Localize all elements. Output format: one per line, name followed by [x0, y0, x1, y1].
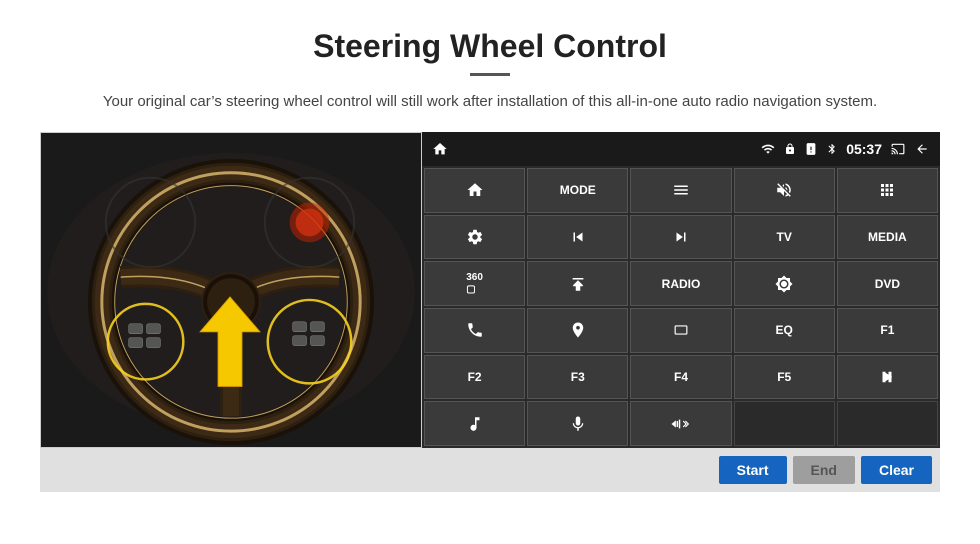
- page-wrapper: Steering Wheel Control Your original car…: [0, 0, 980, 492]
- title-section: Steering Wheel Control Your original car…: [40, 28, 940, 114]
- btn-dvd[interactable]: DVD: [837, 261, 938, 306]
- btn-eq[interactable]: EQ: [734, 308, 835, 353]
- btn-mode[interactable]: MODE: [527, 168, 628, 213]
- btn-empty1: [734, 401, 835, 446]
- btn-playpause[interactable]: [837, 355, 938, 400]
- status-right: 05:37: [760, 141, 930, 157]
- end-button[interactable]: End: [793, 456, 855, 484]
- title-divider: [470, 73, 510, 76]
- btn-eject[interactable]: [527, 261, 628, 306]
- status-time: 05:37: [846, 141, 882, 157]
- status-bar: 05:37: [422, 132, 940, 166]
- btn-empty2: [837, 401, 938, 446]
- btn-f5[interactable]: F5: [734, 355, 835, 400]
- btn-prev[interactable]: [527, 215, 628, 260]
- lock-icon: [784, 142, 796, 156]
- btn-mute[interactable]: [734, 168, 835, 213]
- content-area: 05:37 MODE: [40, 132, 940, 448]
- clear-button[interactable]: Clear: [861, 456, 932, 484]
- home-status-icon: [432, 141, 448, 157]
- page-subtitle: Your original car’s steering wheel contr…: [40, 90, 940, 114]
- btn-apps[interactable]: [837, 168, 938, 213]
- cast-icon: [890, 142, 906, 156]
- btn-home[interactable]: [424, 168, 525, 213]
- radio-panel: 05:37 MODE: [422, 132, 940, 448]
- btn-f2[interactable]: F2: [424, 355, 525, 400]
- btn-radio[interactable]: RADIO: [630, 261, 731, 306]
- status-left: [432, 141, 448, 157]
- page-title: Steering Wheel Control: [40, 28, 940, 65]
- sim-icon: [804, 142, 818, 156]
- btn-f4[interactable]: F4: [630, 355, 731, 400]
- btn-screen[interactable]: [630, 308, 731, 353]
- steering-wheel-image: [40, 132, 422, 448]
- wifi-icon: [760, 142, 776, 156]
- btn-f3[interactable]: F3: [527, 355, 628, 400]
- btn-media[interactable]: MEDIA: [837, 215, 938, 260]
- btn-f1[interactable]: F1: [837, 308, 938, 353]
- btn-360[interactable]: 360▢: [424, 261, 525, 306]
- button-grid: MODE: [422, 166, 940, 448]
- btn-brightness[interactable]: [734, 261, 835, 306]
- action-bar: Start End Clear: [40, 448, 940, 492]
- btn-next[interactable]: [630, 215, 731, 260]
- back-icon: [914, 142, 930, 156]
- start-button[interactable]: Start: [719, 456, 787, 484]
- btn-mic[interactable]: [527, 401, 628, 446]
- bluetooth-icon: [826, 142, 838, 156]
- btn-music[interactable]: [424, 401, 525, 446]
- btn-phone[interactable]: [424, 308, 525, 353]
- btn-vol-phone[interactable]: [630, 401, 731, 446]
- btn-menu[interactable]: [630, 168, 731, 213]
- btn-tv[interactable]: TV: [734, 215, 835, 260]
- btn-nav[interactable]: [527, 308, 628, 353]
- btn-settings[interactable]: [424, 215, 525, 260]
